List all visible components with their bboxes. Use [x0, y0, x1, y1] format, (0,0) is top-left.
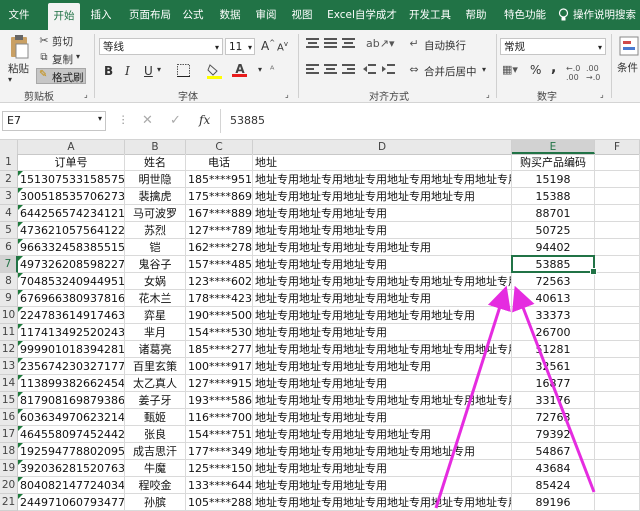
annotation-overlay — [434, 285, 596, 509]
annotation-arrow-left — [434, 285, 511, 509]
annotation-arrow-right — [512, 285, 596, 493]
